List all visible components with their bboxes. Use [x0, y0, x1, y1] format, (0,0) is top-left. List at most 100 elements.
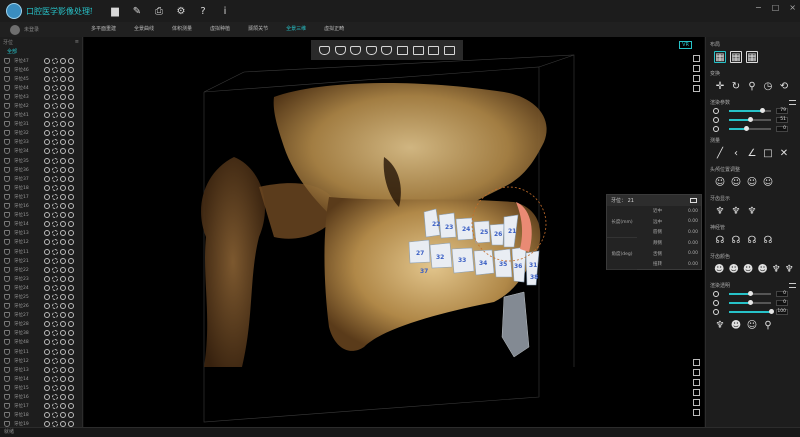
cut-icon[interactable]: [52, 184, 58, 191]
tooth-row[interactable]: 牙位21: [0, 256, 82, 265]
tooth-row[interactable]: 牙位27: [0, 311, 82, 320]
tooth-row[interactable]: 牙位14: [0, 374, 82, 383]
lock-icon[interactable]: [44, 112, 50, 119]
tooth-crown-icon[interactable]: ♆: [746, 205, 758, 217]
color-icon[interactable]: [68, 366, 74, 373]
cut-icon[interactable]: [52, 248, 58, 255]
lock-icon[interactable]: [44, 284, 50, 291]
skull-outline-icon[interactable]: ☻: [728, 263, 738, 275]
tooth-icon[interactable]: ♆: [714, 205, 726, 217]
tooth-row[interactable]: 牙位36: [0, 165, 82, 174]
tooth-group-all[interactable]: 全部: [0, 47, 82, 56]
tooth-row[interactable]: 牙位22: [0, 265, 82, 274]
left-view-icon[interactable]: [412, 45, 424, 55]
slider-track[interactable]: [729, 290, 771, 296]
slider-value[interactable]: 0: [776, 290, 788, 297]
lock-icon[interactable]: [44, 321, 50, 328]
info-icon[interactable]: i: [214, 0, 236, 22]
cut-icon[interactable]: [52, 394, 58, 401]
color-icon[interactable]: [68, 75, 74, 82]
cut-icon[interactable]: [52, 293, 58, 300]
cut-icon[interactable]: [52, 203, 58, 210]
lock-icon[interactable]: [44, 193, 50, 200]
slider-value[interactable]: 100: [776, 308, 788, 315]
cut-icon[interactable]: [52, 212, 58, 219]
lock-icon[interactable]: [44, 312, 50, 319]
reset-view-icon[interactable]: [693, 359, 700, 366]
head-left-icon[interactable]: ☺: [730, 176, 742, 188]
visibility-icon[interactable]: [60, 212, 66, 219]
nerve-delete-icon[interactable]: ☊: [762, 234, 774, 246]
visibility-icon[interactable]: [60, 330, 66, 337]
slider-track[interactable]: [729, 116, 771, 122]
slider-knob[interactable]: [748, 299, 753, 305]
color-icon[interactable]: [68, 384, 74, 391]
lock-icon[interactable]: [44, 330, 50, 337]
slider-track[interactable]: [729, 299, 771, 305]
cut-icon[interactable]: [52, 339, 58, 346]
cut-icon[interactable]: [52, 384, 58, 391]
visibility-icon[interactable]: [60, 139, 66, 146]
tab-2[interactable]: 体积测量: [163, 22, 201, 38]
visibility-icon[interactable]: [60, 348, 66, 355]
tooth-row[interactable]: 牙位15: [0, 383, 82, 392]
cut-icon[interactable]: [52, 412, 58, 419]
visibility-icon[interactable]: [60, 230, 66, 237]
cut-icon[interactable]: [52, 403, 58, 410]
visibility-icon[interactable]: [60, 403, 66, 410]
user-area[interactable]: 未登录: [0, 24, 82, 35]
lock-icon[interactable]: [44, 348, 50, 355]
visibility-icon[interactable]: [60, 412, 66, 419]
occlusal-view-icon[interactable]: [381, 45, 393, 55]
tooth-row[interactable]: 牙位18: [0, 411, 82, 420]
lock-icon[interactable]: [44, 293, 50, 300]
color-icon[interactable]: [68, 257, 74, 264]
visibility-icon[interactable]: [60, 366, 66, 373]
lock-icon[interactable]: [44, 275, 50, 282]
color-icon[interactable]: [68, 157, 74, 164]
color-icon[interactable]: [68, 84, 74, 91]
tooth-row[interactable]: 牙位17: [0, 192, 82, 201]
upper-jaw-view-icon[interactable]: [319, 45, 331, 55]
quad-view-layout-icon[interactable]: ▦: [730, 51, 742, 63]
lock-icon[interactable]: [44, 175, 50, 182]
visibility-icon[interactable]: [60, 248, 66, 255]
cut-icon[interactable]: [52, 175, 58, 182]
cut-icon[interactable]: [52, 312, 58, 319]
tooth-row[interactable]: 牙位12: [0, 238, 82, 247]
lock-icon[interactable]: [44, 130, 50, 137]
nerve-edit-icon[interactable]: ☊: [730, 234, 742, 246]
lock-icon[interactable]: [44, 412, 50, 419]
screenshot-icon[interactable]: [693, 409, 700, 416]
menu-icon[interactable]: [789, 99, 796, 105]
color-icon[interactable]: [68, 203, 74, 210]
skull-view-icon[interactable]: ☻: [730, 319, 742, 331]
tooth-row[interactable]: 牙位11: [0, 247, 82, 256]
color-icon[interactable]: [68, 412, 74, 419]
search-face-icon[interactable]: ⚲: [762, 319, 774, 331]
print-icon[interactable]: ⎙: [148, 0, 170, 22]
visibility-icon[interactable]: [60, 66, 66, 73]
nerve-hide-icon[interactable]: ☊: [746, 234, 758, 246]
lock-icon[interactable]: [44, 221, 50, 228]
tab-1[interactable]: 全景曲线: [125, 22, 163, 38]
reset-icon[interactable]: ⟲: [778, 80, 790, 92]
slider-track[interactable]: [729, 308, 774, 314]
view-mode-tag[interactable]: VR: [679, 41, 692, 49]
rect-tool-icon[interactable]: □: [762, 147, 774, 159]
visibility-icon[interactable]: [60, 130, 66, 137]
cut-icon[interactable]: [52, 148, 58, 155]
tooth-row[interactable]: 牙位17: [0, 402, 82, 411]
clock-icon[interactable]: ◷: [762, 80, 774, 92]
slider-value[interactable]: 51: [776, 116, 788, 123]
tooth-row[interactable]: 牙位23: [0, 274, 82, 283]
color-icon[interactable]: [68, 339, 74, 346]
color-icon[interactable]: [68, 175, 74, 182]
edit-icon[interactable]: ✎: [126, 0, 148, 22]
layout-toggle-icon[interactable]: [693, 55, 700, 62]
cut-icon[interactable]: [52, 221, 58, 228]
slider-knob[interactable]: [769, 308, 774, 314]
maximize-button[interactable]: □: [772, 3, 780, 12]
skull-color-icon[interactable]: ☻: [714, 263, 724, 275]
visibility-icon[interactable]: [60, 284, 66, 291]
